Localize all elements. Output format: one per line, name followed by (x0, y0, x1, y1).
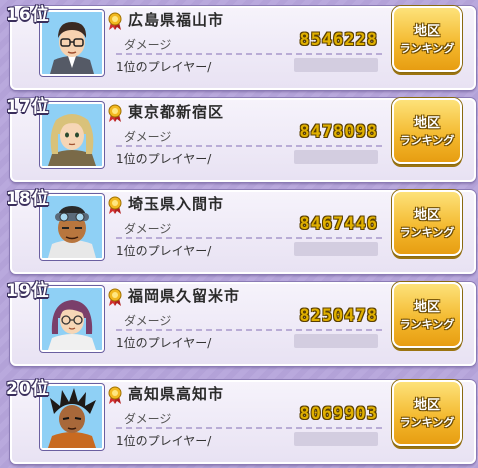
player-name-redacted (294, 242, 378, 256)
top-player-label: 1位のプレイヤー/ (116, 244, 212, 258)
player-name-redacted (294, 334, 378, 348)
player-name-redacted (294, 150, 378, 164)
medal-icon (108, 196, 122, 214)
button-label-line1: 地区 (413, 300, 440, 315)
medal-icon (108, 288, 122, 306)
button-label-line1: 地区 (413, 398, 440, 413)
rank-label: 19位 (6, 281, 50, 301)
divider (116, 237, 382, 239)
damage-value: 8478098 (299, 122, 378, 142)
damage-value: 8250478 (299, 306, 378, 326)
city-name: 広島県福山市 (128, 11, 225, 29)
city-name: 福岡県久留米市 (128, 287, 241, 305)
area-ranking-button[interactable]: 地区 ランキング (392, 98, 462, 164)
ranking-row: 16位 広島県福山市 ダメージ 8546228 1位のプレイヤー/ 地区 ランキ… (4, 0, 478, 90)
rank-label: 17位 (6, 97, 50, 117)
player-name-redacted (294, 58, 378, 72)
button-label-line2: ランキング (399, 416, 455, 429)
city-name: 埼玉県入間市 (128, 195, 225, 213)
area-ranking-button[interactable]: 地区 ランキング (392, 6, 462, 72)
medal-icon (108, 386, 122, 404)
button-label-line1: 地区 (413, 208, 440, 223)
ranking-row: 20位 高知県高知市 ダメージ 8069903 1位のプレイヤー/ 地区 ランキ… (4, 374, 478, 464)
area-ranking-button[interactable]: 地区 ランキング (392, 282, 462, 348)
ranking-row: 19位 福岡県久留米市 ダメージ 8250478 1位のプレイヤー/ 地区 ラン… (4, 276, 478, 366)
ranking-row: 18位 埼玉県入間市 ダメージ 8467446 1位のプレイヤー/ 地区 ランキ… (4, 184, 478, 274)
divider (116, 427, 382, 429)
damage-label: ダメージ (124, 222, 172, 236)
rank-label: 20位 (6, 379, 50, 399)
damage-label: ダメージ (124, 412, 172, 426)
medal-icon (108, 12, 122, 30)
ranking-row: 17位 東京都新宿区 ダメージ 8478098 1位のプレイヤー/ 地区 ランキ… (4, 92, 478, 182)
medal-icon (108, 104, 122, 122)
damage-label: ダメージ (124, 130, 172, 144)
top-player-label: 1位のプレイヤー/ (116, 336, 212, 350)
button-label-line2: ランキング (399, 226, 455, 239)
damage-value: 8467446 (299, 214, 378, 234)
damage-label: ダメージ (124, 38, 172, 52)
button-label-line1: 地区 (413, 24, 440, 39)
city-name: 東京都新宿区 (128, 103, 225, 121)
divider (116, 329, 382, 331)
rank-label: 16位 (6, 5, 50, 25)
divider (116, 145, 382, 147)
button-label-line2: ランキング (399, 318, 455, 331)
top-player-label: 1位のプレイヤー/ (116, 152, 212, 166)
button-label-line2: ランキング (399, 42, 455, 55)
divider (116, 53, 382, 55)
area-ranking-button[interactable]: 地区 ランキング (392, 190, 462, 256)
player-name-redacted (294, 432, 378, 446)
button-label-line1: 地区 (413, 116, 440, 131)
damage-value: 8546228 (299, 30, 378, 50)
damage-value: 8069903 (299, 404, 378, 424)
top-player-label: 1位のプレイヤー/ (116, 434, 212, 448)
top-player-label: 1位のプレイヤー/ (116, 60, 212, 74)
rank-label: 18位 (6, 189, 50, 209)
city-name: 高知県高知市 (128, 385, 225, 403)
damage-label: ダメージ (124, 314, 172, 328)
area-ranking-button[interactable]: 地区 ランキング (392, 380, 462, 446)
button-label-line2: ランキング (399, 134, 455, 147)
